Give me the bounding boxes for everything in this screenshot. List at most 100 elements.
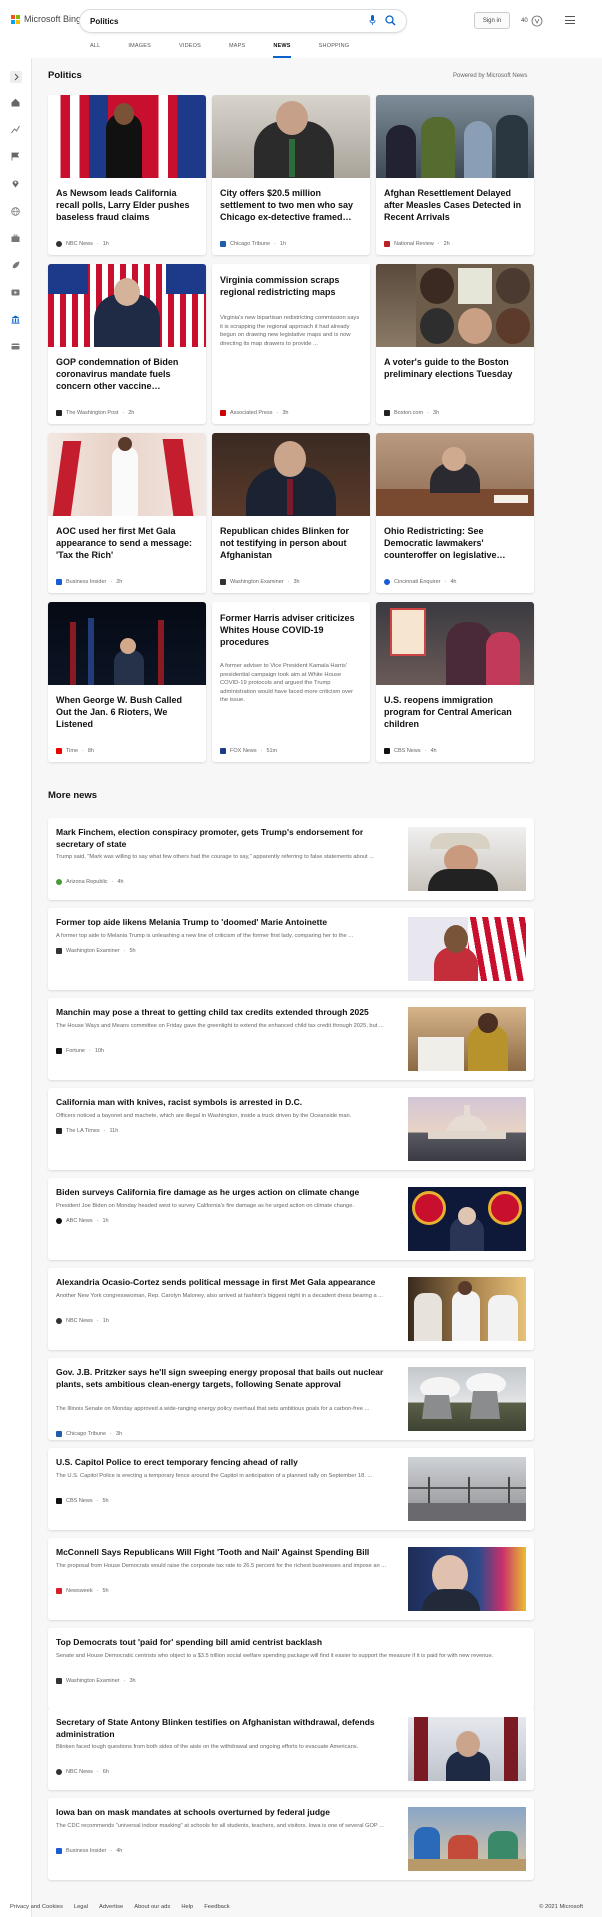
home-icon[interactable] <box>11 98 20 107</box>
rocket-icon[interactable] <box>11 261 20 270</box>
news-card[interactable]: Virginia commission scraps regional redi… <box>212 264 370 424</box>
search-icon[interactable] <box>385 15 396 26</box>
news-source[interactable]: Chicago Tribune · 3h <box>56 1431 122 1437</box>
news-row[interactable]: Mark Finchem, election conspiracy promot… <box>48 818 534 900</box>
flag-icon[interactable] <box>11 152 20 161</box>
footer-link-about-ads[interactable]: About our ads <box>134 1904 170 1910</box>
microphone-icon[interactable] <box>369 15 376 26</box>
tab-shopping[interactable]: SHOPPING <box>319 43 350 58</box>
news-title[interactable]: Afghan Resettlement Delayed after Measle… <box>384 187 526 223</box>
news-row[interactable]: U.S. Capitol Police to erect temporary f… <box>48 1448 534 1530</box>
search-input[interactable]: Politics <box>90 17 406 26</box>
news-title[interactable]: Alexandria Ocasio-Cortez sends political… <box>56 1277 401 1289</box>
news-title[interactable]: As Newsom leads California recall polls,… <box>56 187 198 223</box>
news-title[interactable]: Secretary of State Antony Blinken testif… <box>56 1717 401 1740</box>
footer-link-feedback[interactable]: Feedback <box>204 1904 229 1910</box>
news-row[interactable]: Gov. J.B. Pritzker says he'll sign sweep… <box>48 1358 534 1440</box>
news-card[interactable]: City offers $20.5 million settlement to … <box>212 95 370 255</box>
news-title[interactable]: U.S. Capitol Police to erect temporary f… <box>56 1457 401 1469</box>
news-source[interactable]: Time · 8h <box>56 748 94 754</box>
news-source[interactable]: Fortune · 10h <box>56 1048 104 1054</box>
news-row[interactable]: California man with knives, racist symbo… <box>48 1088 534 1170</box>
footer-link-help[interactable]: Help <box>181 1904 193 1910</box>
news-source[interactable]: FOX News · 51m <box>220 748 277 754</box>
politics-icon[interactable] <box>11 315 20 324</box>
sign-in-button[interactable]: Sign in <box>474 12 510 29</box>
trending-icon[interactable] <box>11 125 20 134</box>
hamburger-menu-icon[interactable] <box>565 16 575 24</box>
briefcase-icon[interactable] <box>11 234 20 243</box>
news-row[interactable]: Top Democrats tout 'paid for' spending b… <box>48 1628 534 1710</box>
news-source[interactable]: Chicago Tribune · 1h <box>220 241 286 247</box>
news-row[interactable]: Iowa ban on mask mandates at schools ove… <box>48 1798 534 1880</box>
news-source[interactable]: Business Insider · 2h <box>56 579 122 585</box>
news-source[interactable]: NBC News · 1h <box>56 241 109 247</box>
news-row[interactable]: Former top aide likens Melania Trump to … <box>48 908 534 990</box>
bing-logo[interactable]: Microsoft Bing <box>11 14 81 24</box>
news-source[interactable]: Washington Examiner · 5h <box>56 948 136 954</box>
tab-all[interactable]: ALL <box>90 43 100 58</box>
news-source[interactable]: NBC News · 1h <box>56 1318 109 1324</box>
news-source[interactable]: ABC News · 1h <box>56 1218 109 1224</box>
footer-link-advertise[interactable]: Advertise <box>99 1904 123 1910</box>
news-row[interactable]: Biden surveys California fire damage as … <box>48 1178 534 1260</box>
news-title[interactable]: AOC used her first Met Gala appearance t… <box>56 525 198 561</box>
location-icon[interactable] <box>11 179 20 188</box>
news-title[interactable]: Former Harris adviser criticizes Whites … <box>220 612 362 648</box>
news-row[interactable]: Alexandria Ocasio-Cortez sends political… <box>48 1268 534 1350</box>
news-source[interactable]: The LA Times · 11h <box>56 1128 118 1134</box>
card-icon[interactable] <box>11 342 20 351</box>
news-title[interactable]: U.S. reopens immigration program for Cen… <box>384 694 526 730</box>
globe-icon[interactable] <box>11 207 20 216</box>
news-source[interactable]: Newsweek · 5h <box>56 1588 109 1594</box>
tab-news[interactable]: NEWS <box>273 43 291 58</box>
news-card[interactable]: U.S. reopens immigration program for Cen… <box>376 602 534 762</box>
news-title[interactable]: Republican chides Blinken for not testif… <box>220 525 362 561</box>
news-card[interactable]: A voter's guide to the Boston preliminar… <box>376 264 534 424</box>
news-source[interactable]: Arizona Republic · 4h <box>56 879 124 885</box>
news-title[interactable]: Mark Finchem, election conspiracy promot… <box>56 827 401 850</box>
news-title[interactable]: Biden surveys California fire damage as … <box>56 1187 401 1199</box>
news-title[interactable]: Virginia commission scraps regional redi… <box>220 274 362 298</box>
news-title[interactable]: Gov. J.B. Pritzker says he'll sign sweep… <box>56 1367 401 1390</box>
news-card[interactable]: Republican chides Blinken for not testif… <box>212 433 370 593</box>
news-source[interactable]: Associated Press · 3h <box>220 410 288 416</box>
news-title[interactable]: California man with knives, racist symbo… <box>56 1097 401 1109</box>
news-title[interactable]: McConnell Says Republicans Will Fight 'T… <box>56 1547 401 1559</box>
news-source[interactable]: The Washington Post · 2h <box>56 410 134 416</box>
rewards-button[interactable]: 40 <box>521 15 543 27</box>
news-card[interactable]: AOC used her first Met Gala appearance t… <box>48 433 206 593</box>
news-title[interactable]: GOP condemnation of Biden coronavirus ma… <box>56 356 198 392</box>
footer-link-legal[interactable]: Legal <box>74 1904 88 1910</box>
news-title[interactable]: When George W. Bush Called Out the Jan. … <box>56 694 198 730</box>
news-card[interactable]: Former Harris adviser criticizes Whites … <box>212 602 370 762</box>
news-title[interactable]: Former top aide likens Melania Trump to … <box>56 917 401 929</box>
news-card[interactable]: Afghan Resettlement Delayed after Measle… <box>376 95 534 255</box>
news-title[interactable]: A voter's guide to the Boston preliminar… <box>384 356 526 380</box>
news-title[interactable]: Ohio Redistricting: See Democratic lawma… <box>384 525 526 561</box>
news-card[interactable]: GOP condemnation of Biden coronavirus ma… <box>48 264 206 424</box>
search-box[interactable]: Politics <box>80 10 406 32</box>
news-source[interactable]: CBS News · 4h <box>384 748 437 754</box>
news-row[interactable]: Secretary of State Antony Blinken testif… <box>48 1708 534 1790</box>
news-source[interactable]: Boston.com · 3h <box>384 410 439 416</box>
expand-icon[interactable] <box>10 71 22 83</box>
news-row[interactable]: McConnell Says Republicans Will Fight 'T… <box>48 1538 534 1620</box>
news-source[interactable]: Cincinnati Enquirer · 4h <box>384 579 456 585</box>
tab-videos[interactable]: VIDEOS <box>179 43 201 58</box>
news-source[interactable]: NBC News · 6h <box>56 1769 109 1775</box>
news-row[interactable]: Manchin may pose a threat to getting chi… <box>48 998 534 1080</box>
news-source[interactable]: Washington Examiner · 3h <box>56 1678 136 1684</box>
news-source[interactable]: National Review · 2h <box>384 241 450 247</box>
footer-link-privacy[interactable]: Privacy and Cookies <box>10 1904 63 1910</box>
video-icon[interactable] <box>11 288 20 297</box>
tab-maps[interactable]: MAPS <box>229 43 245 58</box>
news-source[interactable]: CBS News · 5h <box>56 1498 109 1504</box>
news-title[interactable]: Iowa ban on mask mandates at schools ove… <box>56 1807 401 1819</box>
tab-images[interactable]: IMAGES <box>128 43 151 58</box>
news-title[interactable]: City offers $20.5 million settlement to … <box>220 187 362 223</box>
news-card[interactable]: As Newsom leads California recall polls,… <box>48 95 206 255</box>
news-card[interactable]: Ohio Redistricting: See Democratic lawma… <box>376 433 534 593</box>
powered-by-label[interactable]: Powered by Microsoft News <box>453 73 527 79</box>
news-title[interactable]: Manchin may pose a threat to getting chi… <box>56 1007 401 1019</box>
